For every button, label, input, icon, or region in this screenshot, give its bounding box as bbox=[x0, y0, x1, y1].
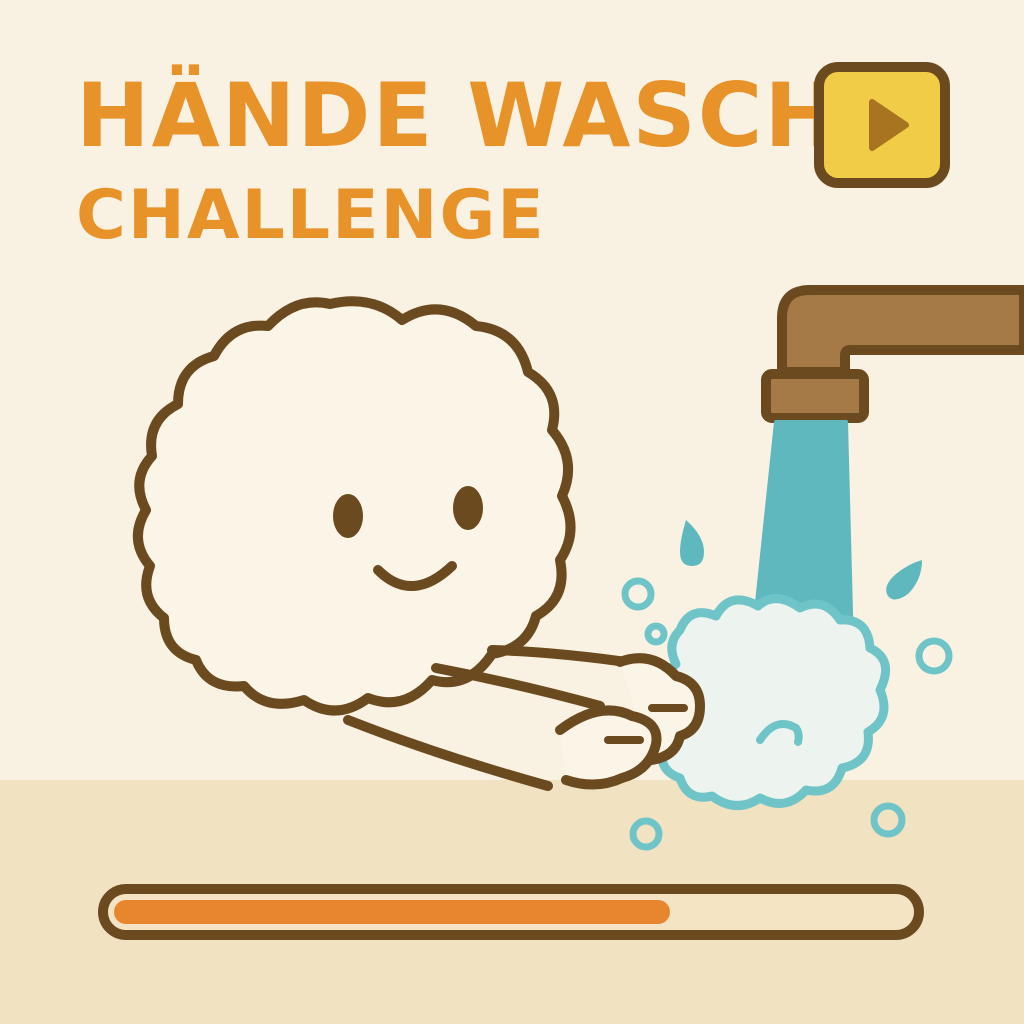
progress-fill bbox=[114, 900, 670, 924]
foam-character bbox=[132, 296, 705, 791]
right-eye bbox=[453, 486, 483, 530]
scene bbox=[132, 285, 1024, 851]
left-eye bbox=[333, 494, 363, 538]
faucet-icon bbox=[761, 285, 1024, 423]
progress-bar bbox=[98, 884, 924, 940]
game-screen: HÄNDE WASCH CHALLENGE bbox=[0, 0, 1024, 1024]
